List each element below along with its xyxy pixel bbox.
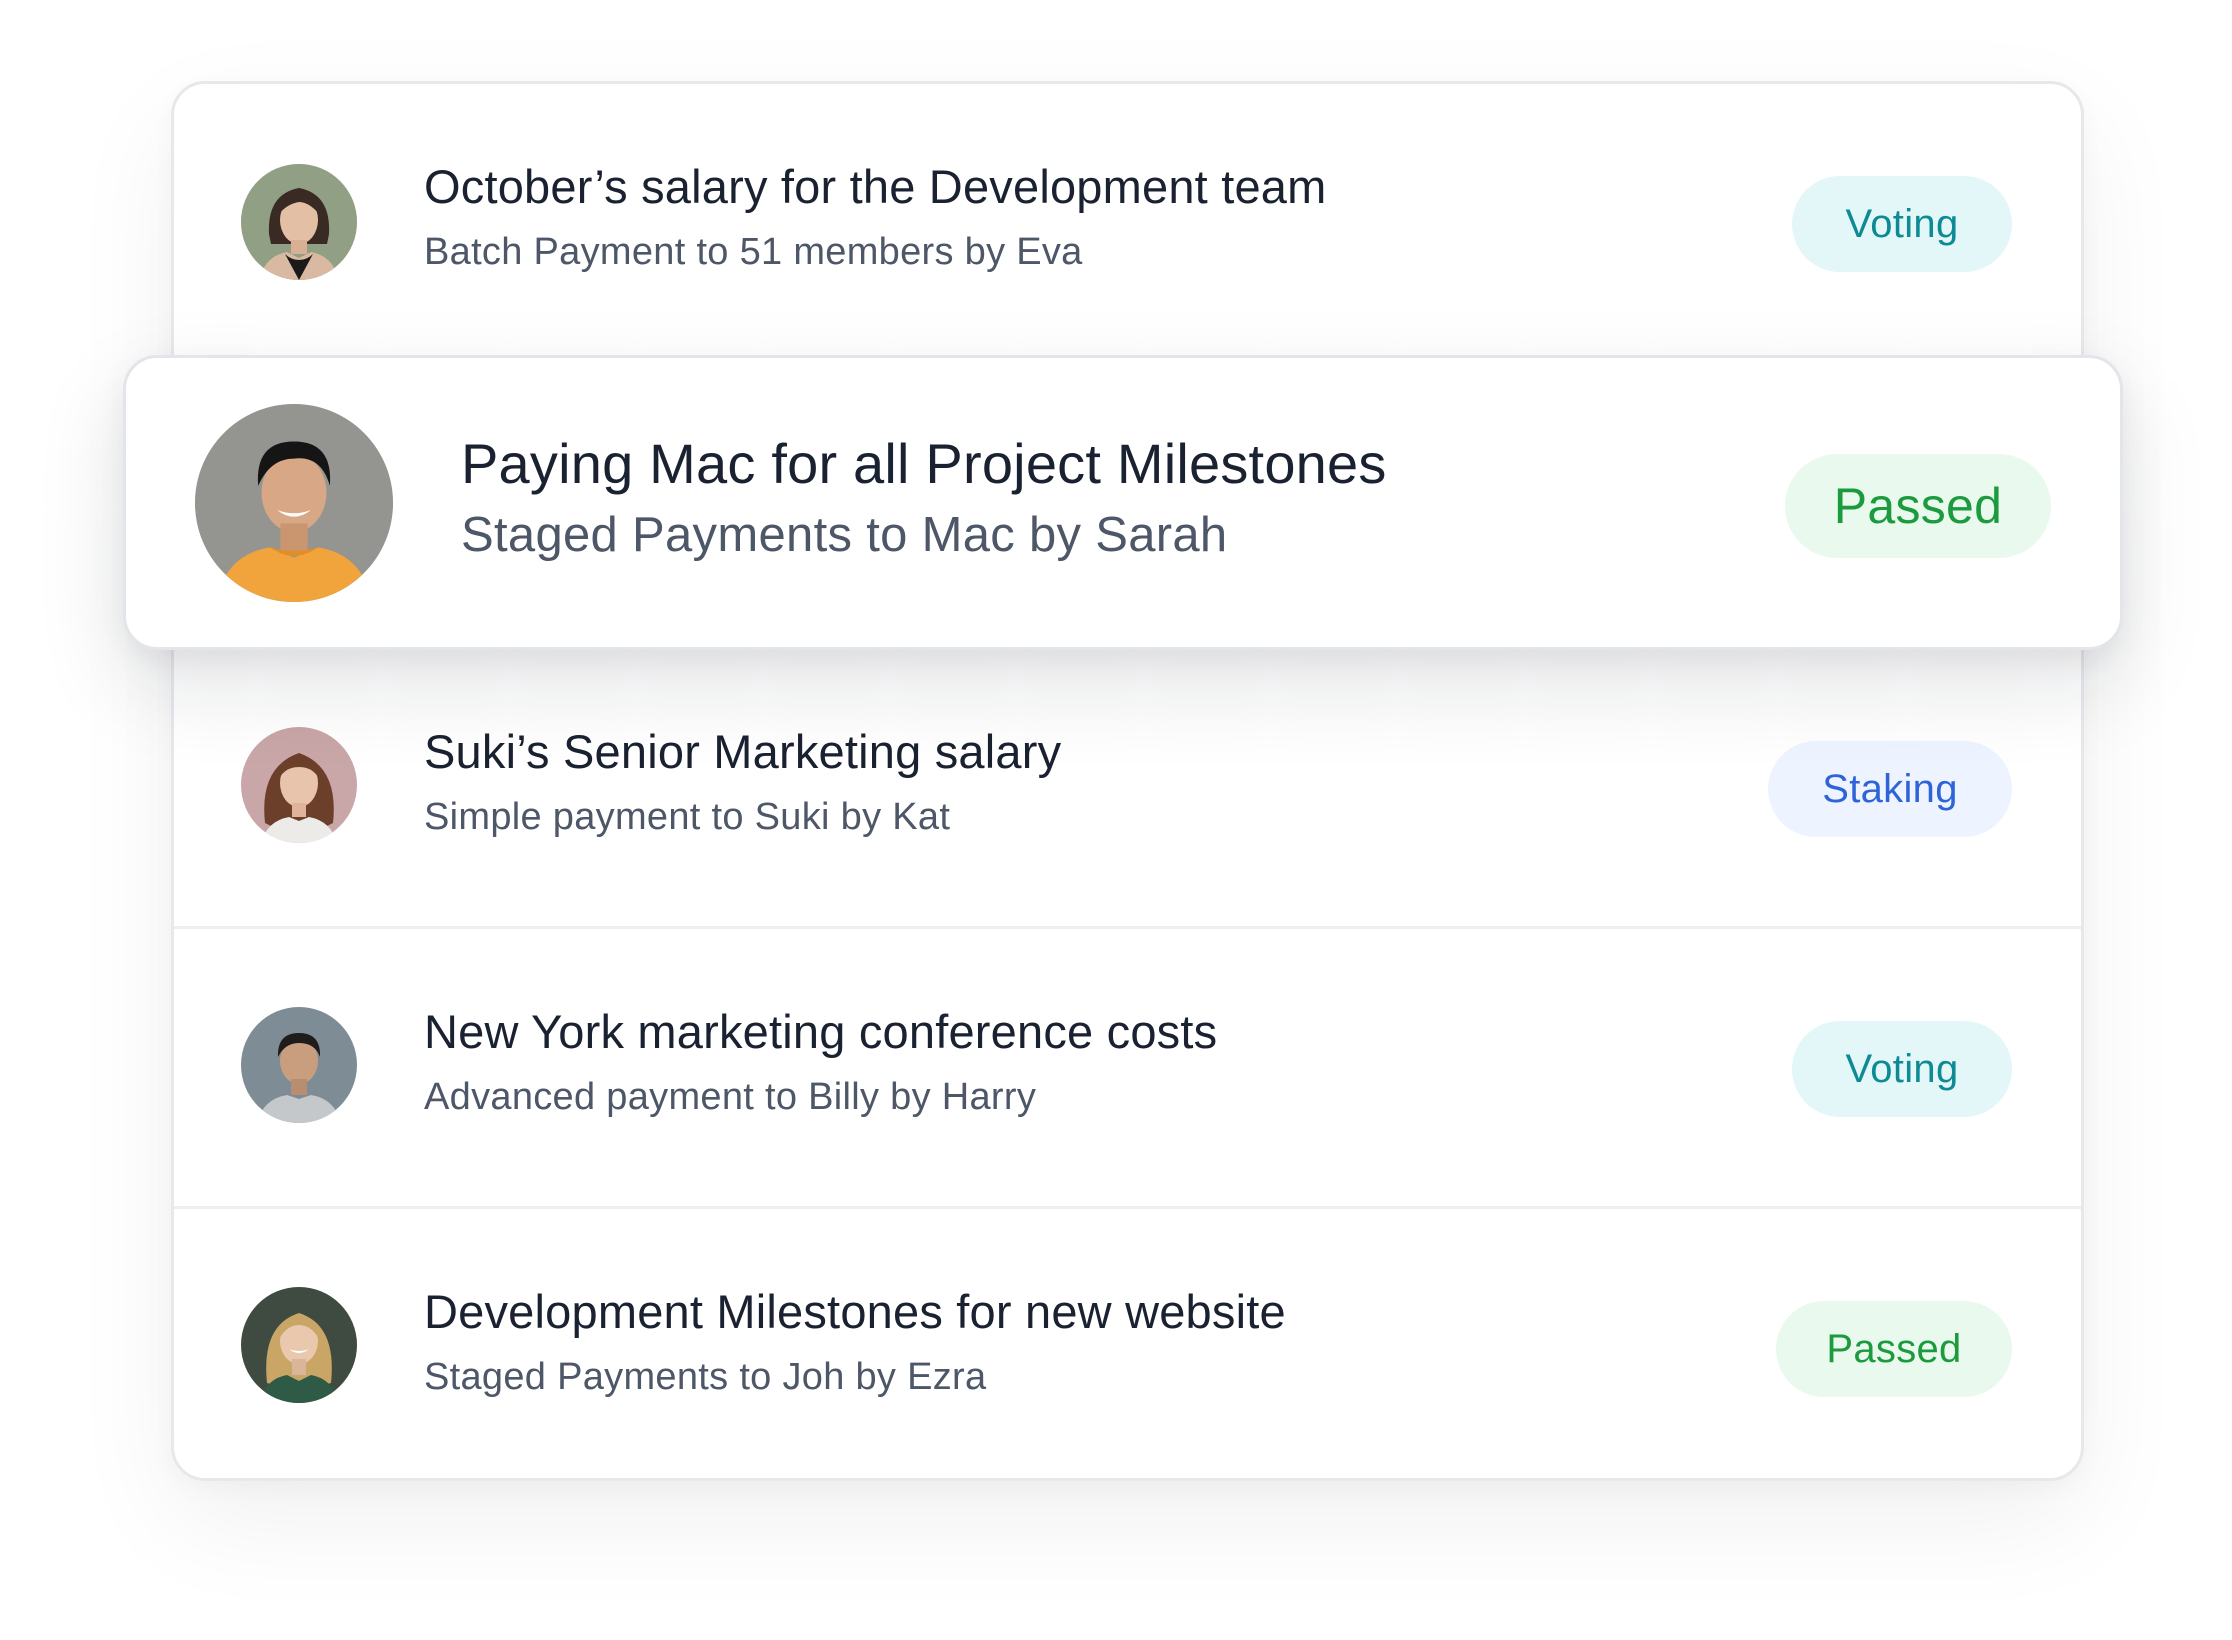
- avatar: [241, 727, 357, 843]
- avatar: [241, 164, 357, 280]
- list-item[interactable]: New York marketing conference costs Adva…: [174, 929, 2081, 1209]
- item-subtitle: Simple payment to Suki by Kat: [424, 796, 951, 838]
- item-subtitle: Staged Payments to Joh by Ezra: [424, 1356, 987, 1398]
- avatar: [195, 404, 393, 602]
- status-badge: Voting: [1792, 176, 2012, 272]
- payment-list: October’s salary for the Development tea…: [171, 81, 2084, 1481]
- list-item[interactable]: October’s salary for the Development tea…: [174, 84, 2081, 356]
- item-subtitle: Advanced payment to Billy by Harry: [424, 1076, 1037, 1118]
- list-item[interactable]: Development Milestones for new website S…: [174, 1209, 2081, 1478]
- status-badge: Passed: [1776, 1301, 2012, 1397]
- item-title: Suki’s Senior Marketing salary: [424, 725, 1062, 778]
- status-badge: Passed: [1785, 454, 2051, 558]
- item-title: October’s salary for the Development tea…: [424, 160, 1327, 213]
- item-title: New York marketing conference costs: [424, 1005, 1218, 1058]
- list-item[interactable]: Suki’s Senior Marketing salary Simple pa…: [174, 649, 2081, 929]
- status-badge: Voting: [1792, 1021, 2012, 1117]
- avatar: [241, 1007, 357, 1123]
- status-badge: Staking: [1768, 741, 2012, 837]
- avatar: [241, 1287, 357, 1403]
- item-subtitle: Batch Payment to 51 members by Eva: [424, 231, 1083, 273]
- featured-list-item[interactable]: Paying Mac for all Project Milestones St…: [123, 355, 2123, 650]
- item-subtitle: Staged Payments to Mac by Sarah: [461, 508, 1228, 562]
- item-title: Paying Mac for all Project Milestones: [461, 432, 1387, 495]
- item-title: Development Milestones for new website: [424, 1285, 1286, 1338]
